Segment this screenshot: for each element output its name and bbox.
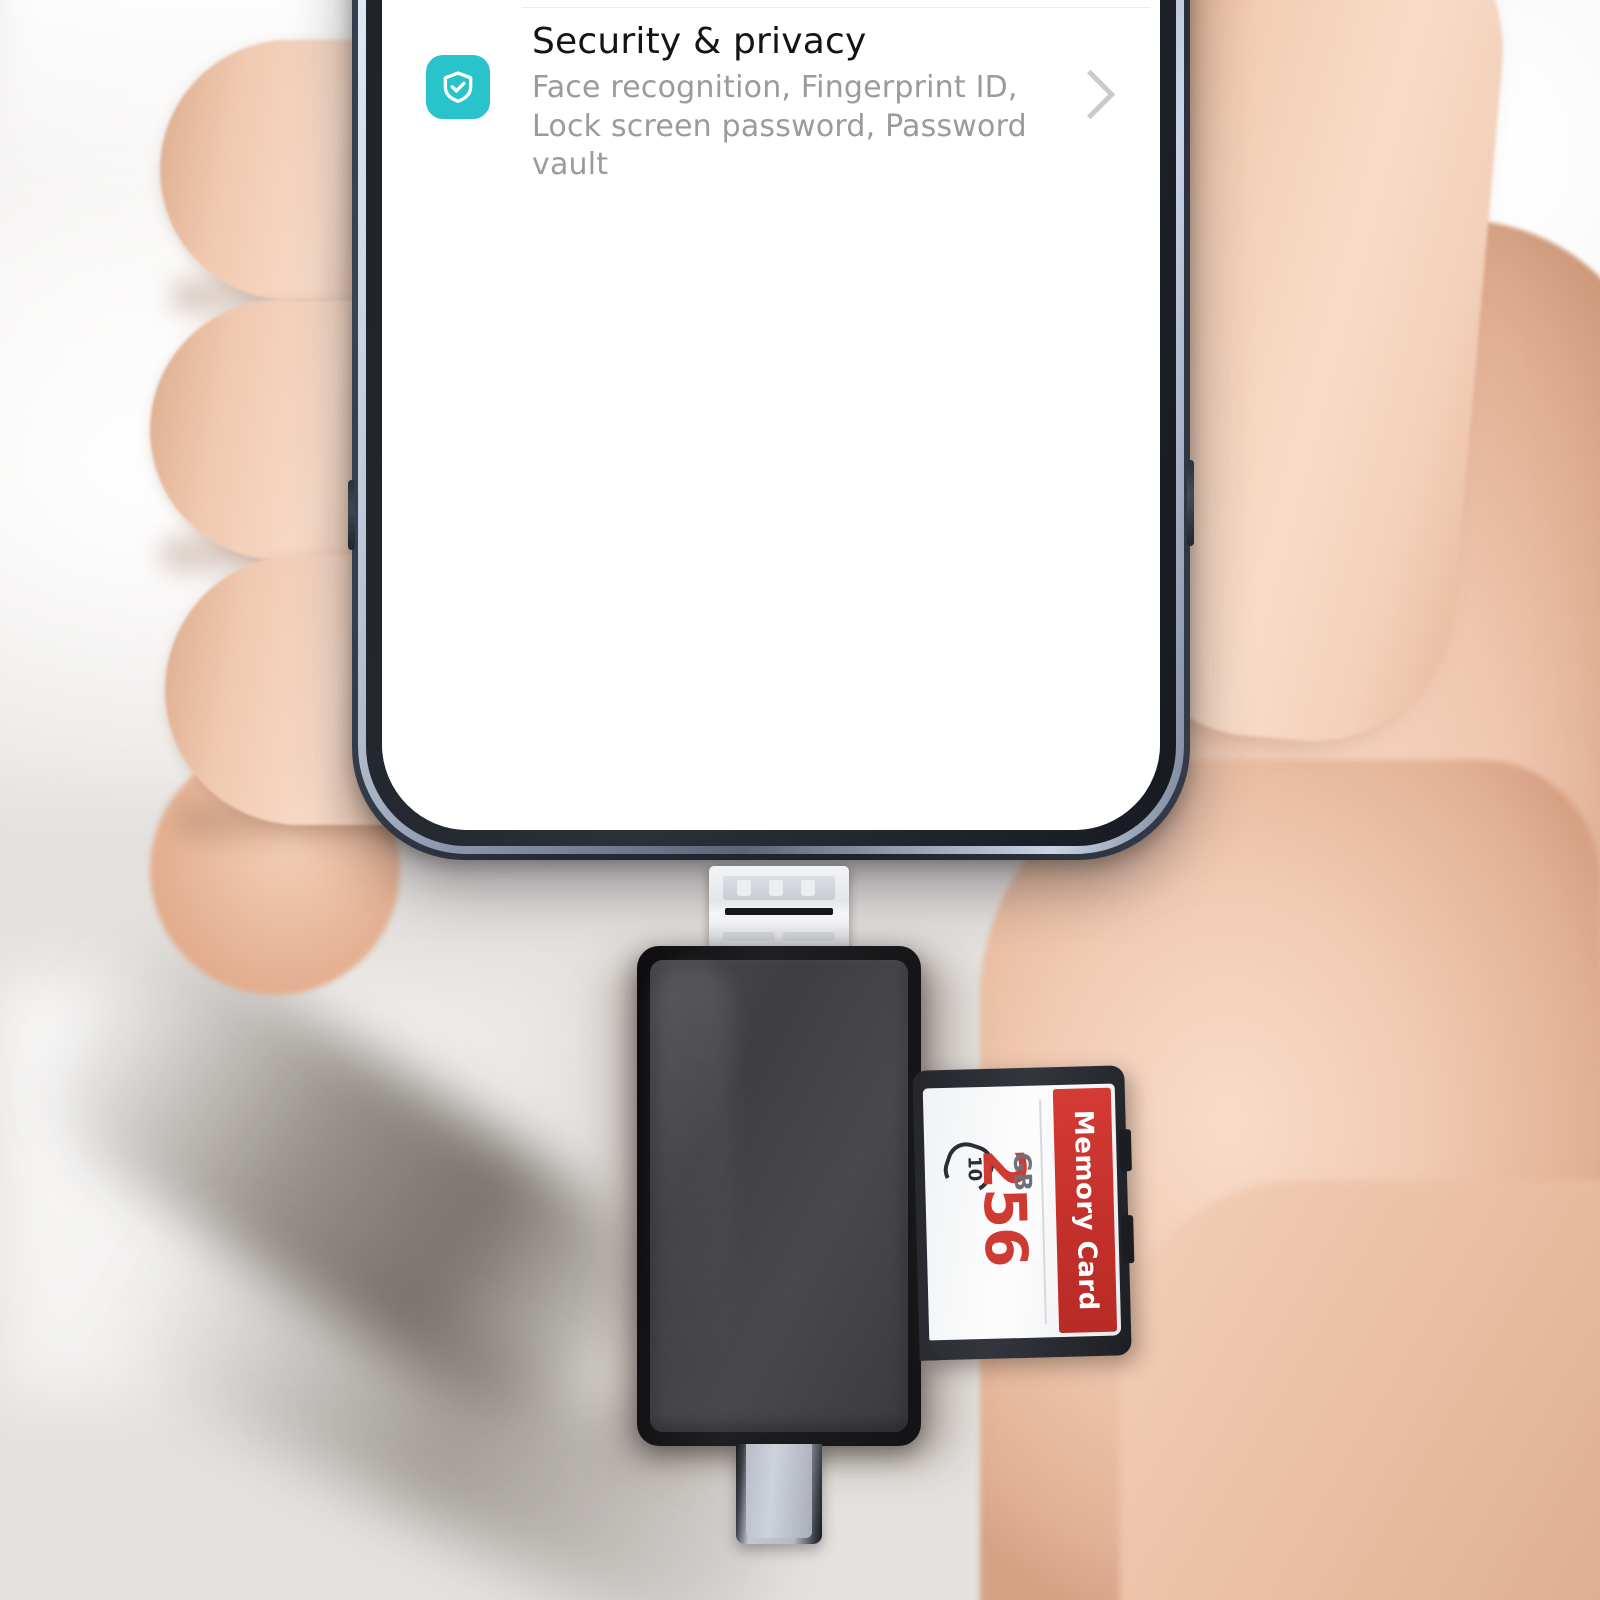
usb-c-connector [736, 1444, 822, 1544]
memory-card-brand-band: Memory Card [1052, 1087, 1118, 1334]
row-divider [522, 7, 1150, 8]
sd-card-bevel [919, 1338, 942, 1361]
capacity-unit: GB [1007, 1152, 1037, 1192]
sd-label-hairline [1039, 1099, 1047, 1324]
sd-card-notch [1121, 1215, 1135, 1264]
usb-c-tongue [746, 1444, 812, 1538]
card-reader-highlight [653, 964, 733, 1384]
sd-card-notch [1118, 1129, 1132, 1172]
settings-app: Settings Ba [382, 0, 1160, 830]
connector-pin [737, 880, 751, 896]
sd-card-label: 10 256 GB Memory Card [922, 1083, 1122, 1341]
memory-card-brand-text: Memory Card [1067, 1109, 1103, 1312]
sd-memory-card: 10 256 GB Memory Card [912, 1065, 1135, 1361]
settings-item-text: Security & privacy Face recognition, Fin… [532, 21, 1065, 185]
connector-base-left [723, 932, 775, 941]
settings-list: Badges, Lock screen notifications [382, 0, 1160, 185]
scene-root: Settings Ba [0, 0, 1600, 1600]
hand-wrist [1120, 1180, 1600, 1600]
settings-item-subtitle: Face recognition, Fingerprint ID, Lock s… [532, 70, 1027, 183]
settings-item-title: Security & privacy [532, 21, 867, 62]
shield-check-icon [426, 55, 490, 119]
connector-contact-strip [725, 908, 833, 915]
connector-pin [801, 880, 815, 896]
lightning-connector [709, 866, 849, 950]
phone-screen: Settings Ba [382, 0, 1160, 830]
settings-item-security-privacy[interactable]: Security & privacy Face recognition, Fin… [382, 7, 1160, 185]
volume-button[interactable] [1187, 460, 1194, 546]
side-button-left[interactable] [348, 480, 355, 550]
chevron-right-icon [1065, 69, 1116, 120]
settings-item-digital-balance[interactable]: Digital balance Screen time management [382, 0, 1160, 7]
smartphone: Settings Ba [348, 0, 1194, 860]
otg-card-reader [637, 946, 921, 1446]
connector-base-right [783, 932, 835, 941]
connector-pin [769, 880, 783, 896]
capacity-value: 256 [969, 1147, 1041, 1268]
